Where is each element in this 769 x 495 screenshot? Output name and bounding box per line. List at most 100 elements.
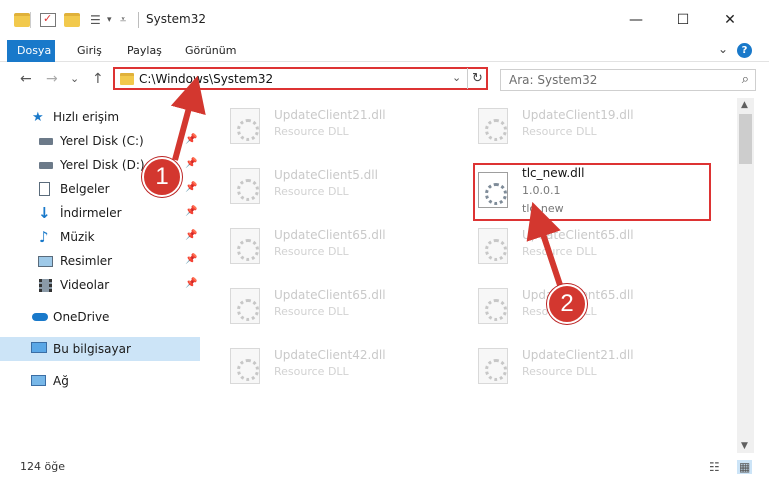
drive-icon — [39, 162, 53, 169]
download-icon: ↓ — [38, 204, 51, 222]
ribbon-tabs: Dosya Giriş Paylaş Görünüm ⌄ — [0, 40, 769, 62]
pin-icon[interactable]: 📌 — [185, 254, 197, 265]
dll-file-icon — [230, 288, 260, 324]
item-count: 124 öğe — [20, 460, 65, 473]
pictures-icon — [38, 256, 53, 267]
sidebar-item-network[interactable]: Ağ — [0, 370, 200, 392]
new-folder-icon[interactable] — [64, 13, 80, 27]
search-input[interactable]: Ara: System32 ⌕ — [500, 69, 756, 91]
help-icon[interactable]: ? — [737, 43, 752, 58]
scroll-down-icon[interactable]: ▼ — [741, 441, 748, 451]
refresh-button[interactable]: ↻ — [467, 68, 487, 89]
dll-file-icon — [230, 348, 260, 384]
file-tile[interactable]: UpdateClient21.dll Resource DLL — [448, 340, 678, 390]
file-type: Resource DLL — [274, 245, 349, 258]
up-button[interactable]: ↑ — [92, 71, 104, 87]
file-type: Resource DLL — [274, 305, 349, 318]
tab-share[interactable]: Paylaş — [117, 40, 172, 62]
dll-file-icon — [478, 288, 508, 324]
sidebar-item-music[interactable]: ♪ Müzik 📌 — [0, 226, 200, 248]
title-bar: ✓ ☰ ▾ ⩡ System32 — ☐ ✕ — [0, 0, 769, 40]
pin-icon[interactable]: 📌 — [185, 278, 197, 289]
sidebar-item-local-disk-c[interactable]: Yerel Disk (C:) 📌 — [0, 130, 200, 152]
file-tile[interactable]: UpdateClient5.dll Resource DLL — [200, 160, 430, 210]
file-name: UpdateClient65.dll — [274, 228, 386, 242]
file-name: UpdateClient65.dll — [522, 228, 634, 242]
file-type: Resource DLL — [274, 125, 349, 138]
sidebar-item-downloads[interactable]: ↓ İndirmeler 📌 — [0, 202, 200, 224]
tab-file[interactable]: Dosya — [7, 40, 55, 62]
file-name: UpdateClient5.dll — [274, 168, 378, 182]
file-name: UpdateClient21.dll — [522, 348, 634, 362]
address-path[interactable]: C:\Windows\System32 — [139, 72, 273, 86]
file-type: Resource DLL — [274, 185, 349, 198]
customize-toolbar-icon[interactable]: ⩡ — [120, 13, 136, 27]
pin-icon[interactable]: 📌 — [185, 182, 197, 193]
file-name: UpdateClient21.dll — [274, 108, 386, 122]
status-bar: 124 öğe ☷ ▦ — [0, 455, 769, 479]
cloud-icon — [32, 313, 48, 321]
scroll-up-icon[interactable]: ▲ — [741, 100, 748, 110]
pin-icon[interactable]: 📌 — [185, 158, 197, 169]
navigation-pane: ★ Hızlı erişim Yerel Disk (C:) 📌 Yerel D… — [0, 98, 200, 450]
file-tile[interactable]: UpdateClient65.dll Resource DLL — [200, 280, 430, 330]
documents-icon — [39, 182, 50, 196]
sidebar-item-this-pc[interactable]: Bu bilgisayar — [0, 337, 200, 361]
back-button[interactable]: ← — [20, 71, 32, 87]
tab-view[interactable]: Görünüm — [175, 40, 246, 62]
file-highlight-box — [473, 163, 711, 221]
minimize-button[interactable]: — — [613, 0, 659, 40]
tiles-view-icon[interactable]: ▦ — [737, 460, 753, 474]
scroll-thumb[interactable] — [739, 114, 752, 164]
vertical-scrollbar[interactable]: ▲ ▼ — [737, 98, 754, 453]
address-dropdown-icon[interactable]: ⌄ — [452, 71, 461, 84]
file-type: Resource DLL — [522, 245, 597, 258]
folder-icon — [14, 13, 30, 27]
music-icon: ♪ — [39, 228, 49, 246]
view-menu-icon[interactable]: ☰ — [90, 13, 106, 27]
file-list: UpdateClient21.dll Resource DLL UpdateCl… — [200, 98, 737, 453]
file-tile[interactable]: UpdateClient21.dll Resource DLL — [200, 100, 430, 150]
file-tile[interactable]: UpdateClient65.dll Resource DLL — [448, 220, 678, 270]
star-icon: ★ — [32, 110, 44, 125]
tab-home[interactable]: Giriş — [67, 40, 112, 62]
pin-icon[interactable]: 📌 — [185, 206, 197, 217]
computer-icon — [31, 342, 47, 353]
pin-icon[interactable]: 📌 — [185, 230, 197, 241]
file-name: UpdateClient65.dll — [274, 288, 386, 302]
step-1-badge: 1 — [142, 157, 182, 197]
dll-file-icon — [478, 228, 508, 264]
search-placeholder: Ara: System32 — [509, 73, 598, 87]
file-tile[interactable]: UpdateClient19.dll Resource DLL — [448, 100, 678, 150]
toolbar-divider — [30, 12, 31, 28]
dll-file-icon — [478, 348, 508, 384]
maximize-button[interactable]: ☐ — [660, 0, 706, 40]
file-name: UpdateClient19.dll — [522, 108, 634, 122]
forward-button[interactable]: → — [46, 71, 58, 87]
details-view-icon[interactable]: ☷ — [709, 460, 720, 474]
navigation-bar: ← → ⌄ ↑ C:\Windows\System32 ⌄ ↻ Ara: Sys… — [0, 63, 769, 95]
properties-icon[interactable]: ✓ — [40, 12, 56, 27]
step-2-badge: 2 — [547, 284, 587, 324]
expand-ribbon-icon[interactable]: ⌄ — [718, 42, 728, 56]
sidebar-item-onedrive[interactable]: OneDrive — [0, 306, 200, 328]
pin-icon[interactable]: 📌 — [185, 134, 197, 145]
file-type: Resource DLL — [522, 125, 597, 138]
address-bar[interactable]: C:\Windows\System32 ⌄ ↻ — [113, 67, 488, 90]
recent-locations-button[interactable]: ⌄ — [70, 72, 79, 85]
videos-icon — [39, 279, 52, 292]
folder-icon — [120, 73, 134, 85]
drive-icon — [39, 138, 53, 145]
sidebar-item-quick-access[interactable]: ★ Hızlı erişim — [0, 106, 200, 128]
title-divider — [138, 12, 139, 28]
file-type: Resource DLL — [274, 365, 349, 378]
dll-file-icon — [230, 228, 260, 264]
search-icon[interactable]: ⌕ — [742, 72, 749, 87]
file-name: UpdateClient42.dll — [274, 348, 386, 362]
sidebar-item-videos[interactable]: Videolar 📌 — [0, 274, 200, 296]
sidebar-item-pictures[interactable]: Resimler 📌 — [0, 250, 200, 272]
network-icon — [31, 375, 46, 386]
close-button[interactable]: ✕ — [707, 0, 753, 40]
file-tile[interactable]: UpdateClient65.dll Resource DLL — [200, 220, 430, 270]
file-tile[interactable]: UpdateClient42.dll Resource DLL — [200, 340, 430, 390]
